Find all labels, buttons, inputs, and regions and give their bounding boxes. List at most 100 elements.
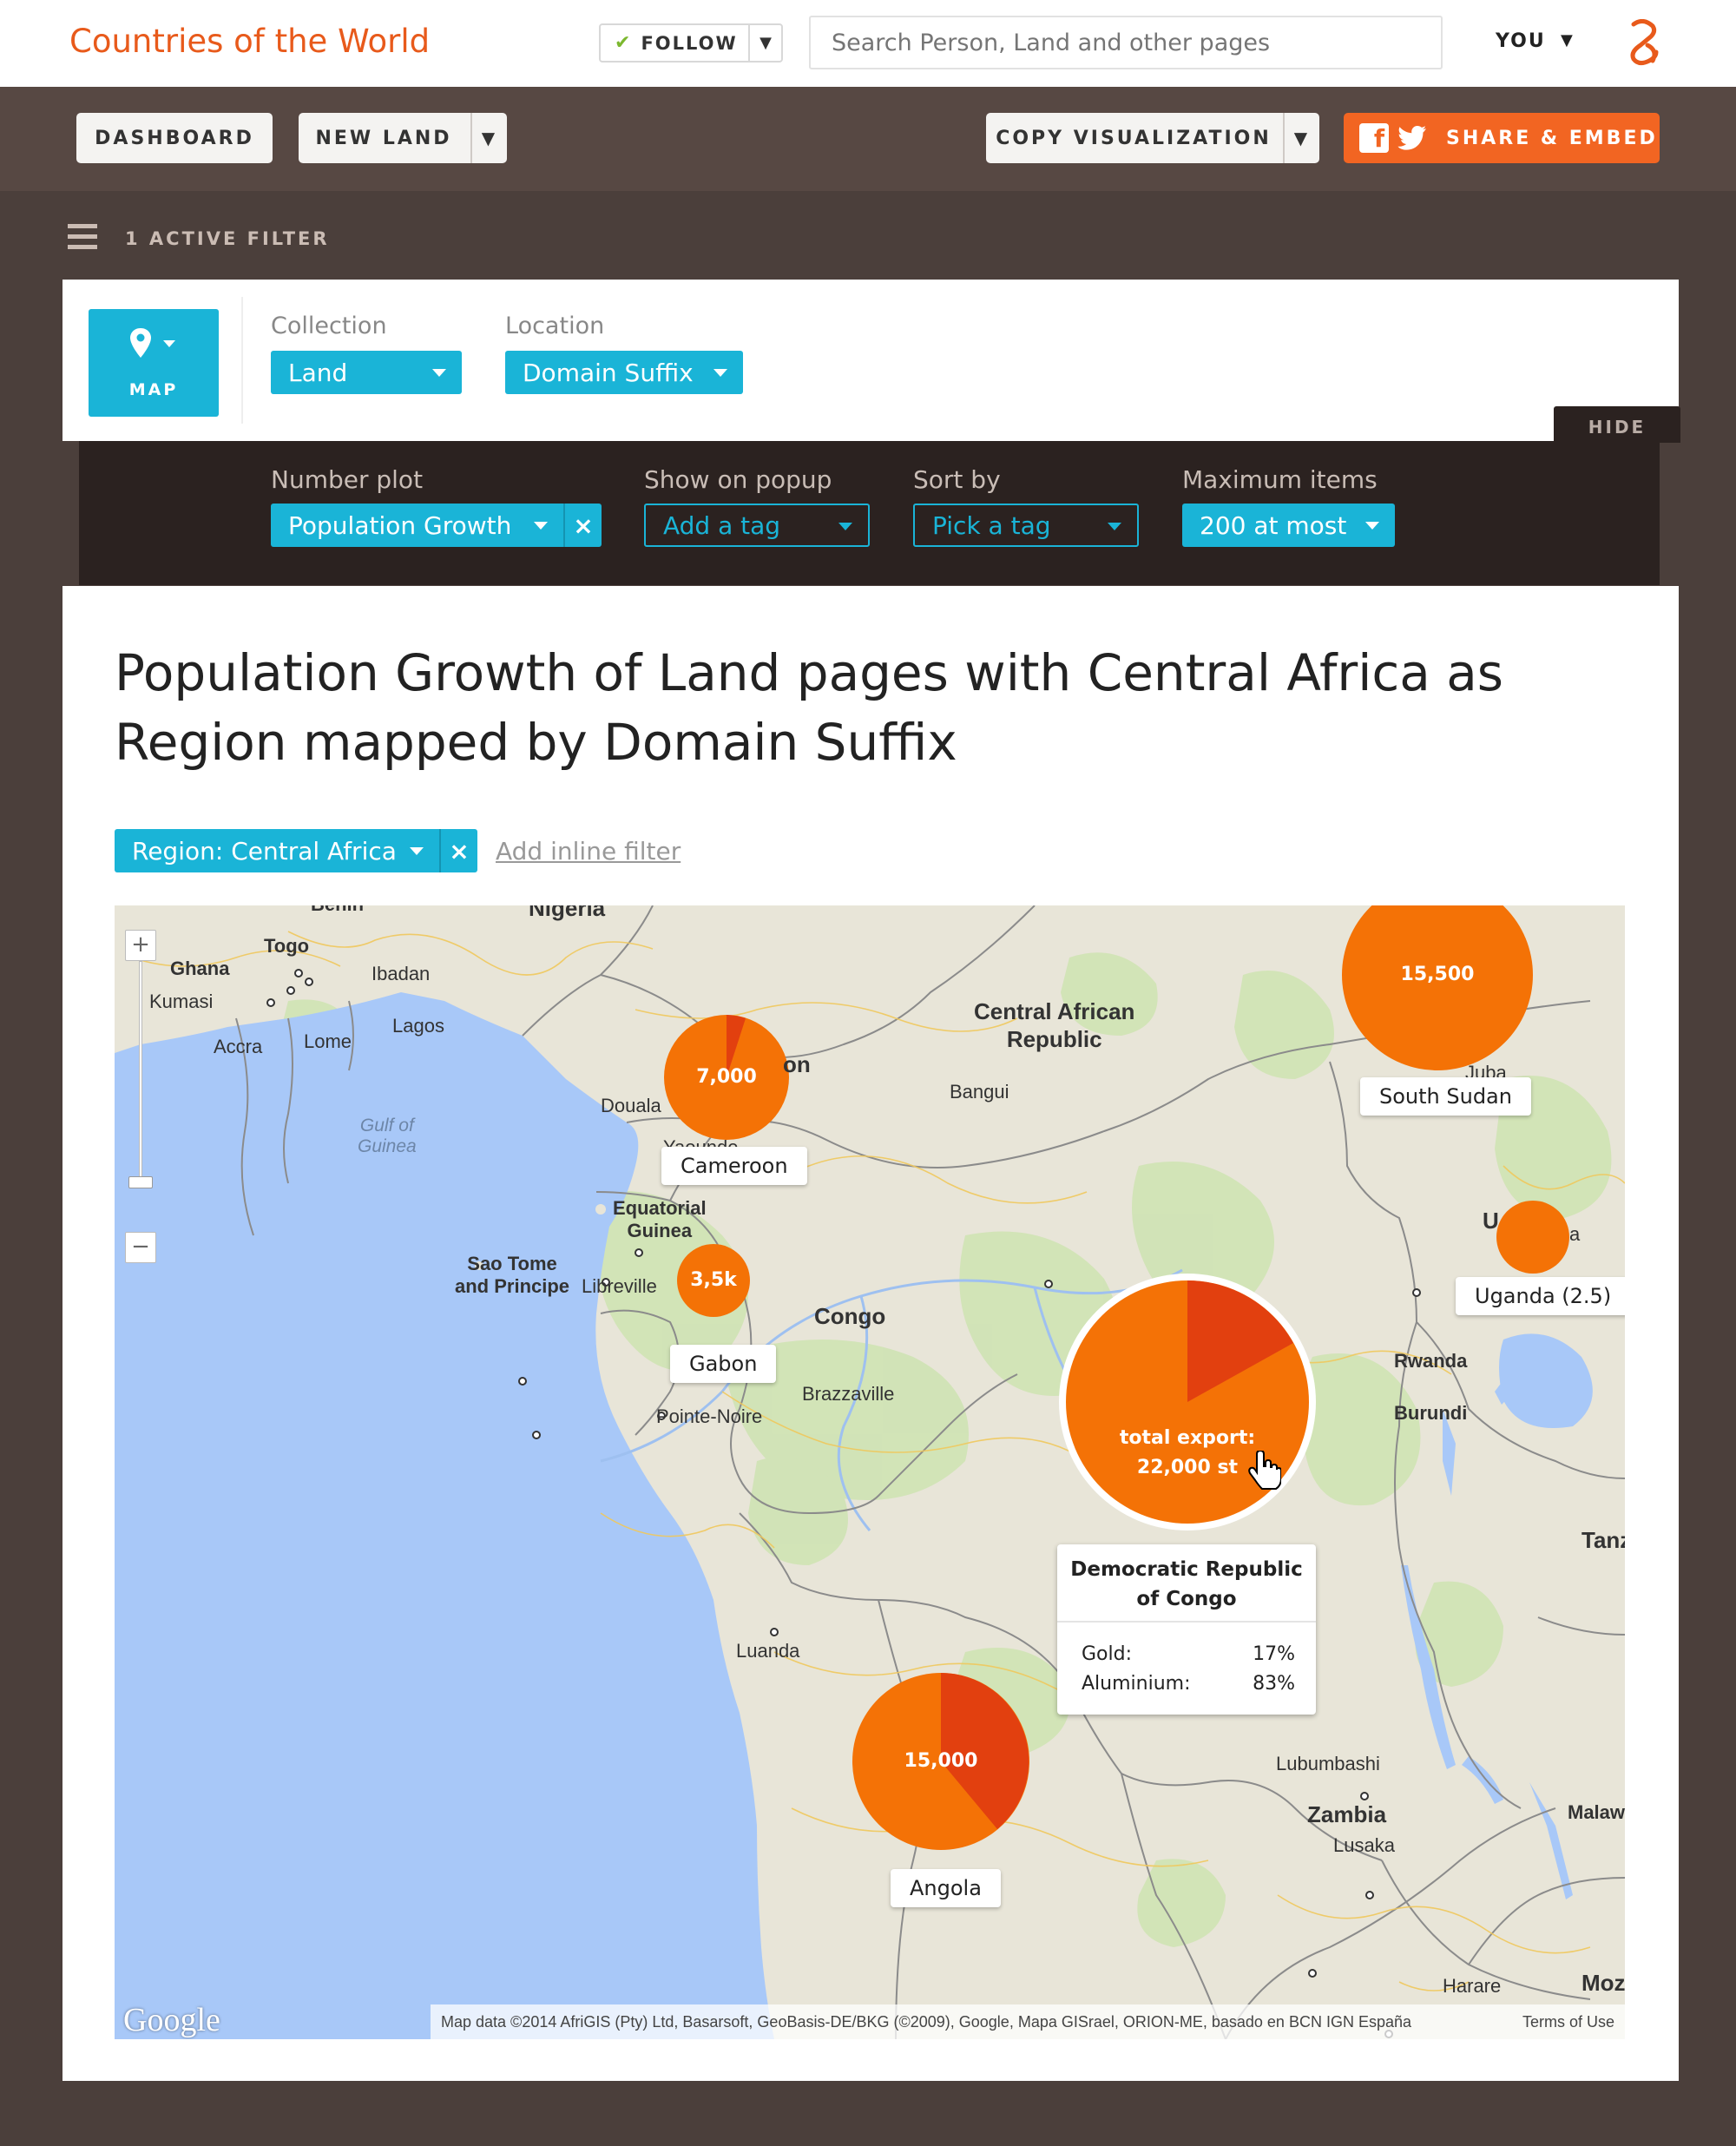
- map-background: [115, 905, 1625, 2039]
- location-select[interactable]: Domain Suffix: [505, 351, 743, 394]
- number-plot-label: Number plot: [271, 465, 424, 494]
- map-label-benin: Benin: [311, 905, 364, 916]
- popup-tag-value: Add a tag: [663, 510, 781, 540]
- popup-title: Democratic Republic of Congo: [1070, 1558, 1303, 1610]
- map-label-lome: Lome: [304, 1030, 352, 1052]
- number-plot-select[interactable]: Population Growth ×: [271, 504, 602, 547]
- map-label-kumasi: Kumasi: [149, 991, 214, 1012]
- popup-row-value: 17%: [1253, 1643, 1295, 1665]
- popup-row: Aluminium: 83%: [1082, 1673, 1295, 1695]
- map-label-ibadan: Ibadan: [372, 963, 431, 984]
- new-land-button[interactable]: NEW LAND ▼: [299, 113, 507, 163]
- collection-select[interactable]: Land: [271, 351, 462, 394]
- chevron-down-icon: [1108, 523, 1121, 530]
- collection-label: Collection: [271, 313, 387, 339]
- toolbar: DASHBOARD NEW LAND ▼ COPY VISUALIZATION …: [0, 87, 1736, 191]
- terms-of-use-link[interactable]: Terms of Use: [1522, 2004, 1614, 2039]
- share-embed-label: SHARE & EMBED: [1446, 127, 1658, 149]
- sort-by-label: Sort by: [913, 465, 1001, 494]
- marker-label-uganda[interactable]: Uganda (2.5): [1456, 1277, 1625, 1315]
- map-attribution-text: Map data ©2014 AfriGIS (Pty) Ltd, Basars…: [441, 2013, 1412, 2031]
- user-menu-caret-icon[interactable]: ▼: [1561, 31, 1573, 49]
- follow-dropdown-caret-icon[interactable]: ▼: [748, 25, 781, 61]
- map-label-accra: Accra: [214, 1036, 263, 1057]
- marker-label-gabon[interactable]: Gabon: [670, 1345, 777, 1383]
- dashboard-button[interactable]: DASHBOARD: [76, 113, 273, 163]
- popup-label: Show on popup: [644, 465, 832, 494]
- map-label-sao-tome: Sao Tome and Principe: [455, 1253, 570, 1297]
- map-label-lagos: Lagos: [392, 1015, 444, 1037]
- user-menu[interactable]: YOU: [1496, 30, 1546, 52]
- new-land-caret-icon[interactable]: ▼: [470, 113, 507, 163]
- zoom-in-button[interactable]: +: [125, 930, 156, 961]
- map-label-lusaka: Lusaka: [1333, 1834, 1395, 1856]
- map-label-luanda: Luanda: [736, 1640, 800, 1662]
- remove-number-plot-icon[interactable]: ×: [563, 504, 602, 547]
- copy-visualization-button[interactable]: COPY VISUALIZATION ▼: [986, 113, 1319, 163]
- active-filter-count[interactable]: 1 ACTIVE FILTER: [125, 228, 330, 249]
- map-label-congo: Congo: [814, 1303, 886, 1329]
- marker-popup: Democratic Republic of Congo Gold: 17% A…: [1057, 1544, 1316, 1715]
- copy-visualization-caret-icon[interactable]: ▼: [1283, 113, 1319, 163]
- map-label-zambia: Zambia: [1307, 1801, 1387, 1827]
- app-logo-icon[interactable]: [1621, 19, 1665, 68]
- map-label-lubumbashi: Lubumbashi: [1276, 1753, 1380, 1774]
- map-label-rwanda: Rwanda: [1394, 1350, 1468, 1372]
- max-items-value: 200 at most: [1200, 510, 1347, 540]
- popup-tag-select[interactable]: Add a tag: [644, 504, 870, 547]
- marker-label-cameroon[interactable]: Cameroon: [661, 1147, 807, 1185]
- map-canvas[interactable]: Nigeria Benin Togo Ghana Kumasi Accra Lo…: [115, 905, 1625, 2039]
- hand-pointer-icon: [1248, 1451, 1281, 1490]
- sort-by-select[interactable]: Pick a tag: [913, 504, 1139, 547]
- marker-value-gabon: 3,5k: [690, 1269, 737, 1291]
- visualization-config-panel: MAP Collection Land Location Domain Suff…: [62, 280, 1679, 441]
- visualization-card: Population Growth of Land pages with Cen…: [62, 586, 1679, 2081]
- marker-label-angola[interactable]: Angola: [891, 1869, 1001, 1907]
- marker-value-south-sudan: 15,500: [1400, 964, 1475, 985]
- map-label-harare: Harare: [1443, 1975, 1502, 1997]
- follow-label: FOLLOW: [641, 32, 738, 54]
- popup-divider: [1057, 1621, 1316, 1623]
- chevron-down-icon: [432, 369, 446, 377]
- app-title[interactable]: Countries of the World: [69, 23, 430, 60]
- zoom-out-button[interactable]: −: [125, 1232, 156, 1263]
- options-bar: Number plot Population Growth × Show on …: [79, 441, 1660, 585]
- filter-menu-icon[interactable]: [68, 224, 97, 253]
- map-label-bangui: Bangui: [950, 1081, 1009, 1103]
- marker-value-cameroon: 7,000: [696, 1066, 757, 1088]
- popup-row-label: Gold:: [1082, 1643, 1132, 1665]
- marker-uganda[interactable]: [1496, 1201, 1569, 1274]
- map-label-equatorial-guinea: Equatorial Guinea: [613, 1197, 707, 1241]
- add-inline-filter-link[interactable]: Add inline filter: [496, 837, 681, 866]
- dashboard-label: DASHBOARD: [95, 127, 254, 149]
- map-label-gulf-of-guinea: Gulf of Guinea: [358, 1116, 417, 1156]
- max-items-select[interactable]: 200 at most: [1182, 504, 1395, 547]
- view-type-map-button[interactable]: MAP: [89, 309, 219, 417]
- follow-button[interactable]: ✔ FOLLOW ▼: [599, 23, 783, 63]
- divider: [241, 297, 243, 424]
- remove-inline-filter-icon[interactable]: ×: [439, 829, 477, 872]
- copy-visualization-label: COPY VISUALIZATION: [996, 127, 1272, 149]
- inline-filter-chip[interactable]: Region: Central Africa ×: [115, 829, 477, 872]
- popup-row-label: Aluminium:: [1082, 1673, 1191, 1695]
- check-icon: ✔: [615, 32, 631, 54]
- location-label: Location: [505, 313, 605, 339]
- hide-options-button[interactable]: HIDE: [1554, 406, 1680, 443]
- map-label-uganda-fragment: a: [1569, 1223, 1581, 1245]
- marker-drc[interactable]: [1059, 1274, 1316, 1531]
- marker-label-south-sudan[interactable]: South Sudan: [1360, 1077, 1531, 1116]
- map-label-togo: Togo: [264, 935, 310, 957]
- map-label-uganda-fragment: U: [1483, 1208, 1499, 1234]
- google-logo[interactable]: Google: [123, 2001, 220, 2039]
- popup-row: Gold: 17%: [1082, 1643, 1295, 1665]
- share-embed-button[interactable]: f SHARE & EMBED: [1344, 113, 1660, 163]
- visualization-title: Population Growth of Land pages with Cen…: [115, 643, 1503, 772]
- map-label-central-african-republic: Central African Republic: [974, 998, 1135, 1052]
- number-plot-value: Population Growth: [288, 510, 512, 540]
- zoom-slider-handle[interactable]: [128, 1176, 153, 1188]
- map-label-cameroon-fragment: on: [783, 1051, 811, 1077]
- chevron-down-icon: [838, 523, 852, 530]
- zoom-slider-track[interactable]: [139, 961, 142, 1178]
- search-input[interactable]: [809, 16, 1443, 69]
- map-pin-icon: [130, 328, 175, 358]
